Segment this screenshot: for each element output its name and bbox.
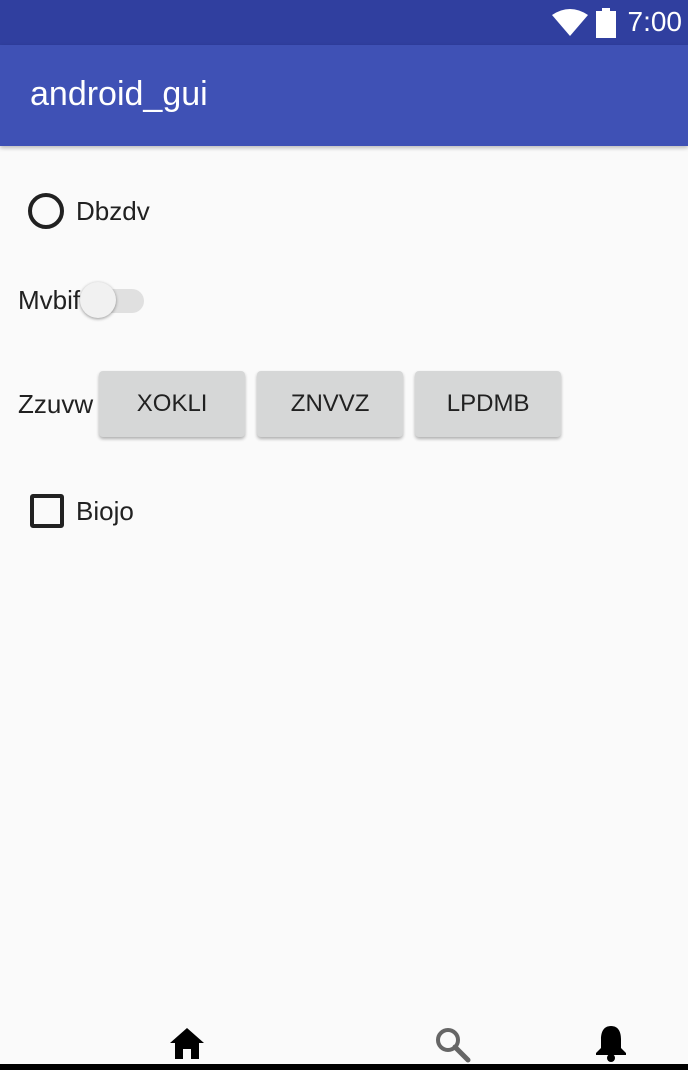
bottom-edge-bar — [0, 1064, 688, 1070]
home-icon[interactable] — [168, 1026, 206, 1065]
app-bar: android_gui — [0, 45, 688, 146]
button-group-label: Zzuvw — [18, 388, 94, 419]
bell-icon[interactable] — [594, 1024, 628, 1067]
bottom-navigation — [0, 1010, 688, 1070]
radio-circle-icon[interactable] — [28, 193, 64, 229]
wifi-icon — [552, 9, 588, 42]
switch-thumb — [80, 282, 117, 318]
button-lpdmb[interactable]: LPDMB — [415, 371, 562, 437]
checkbox-biojo[interactable]: Biojo — [30, 493, 134, 529]
status-bar: 7:00 — [0, 0, 688, 45]
button-znvvz[interactable]: ZNVVZ — [257, 371, 404, 437]
battery-icon — [596, 8, 616, 43]
radio-label: Dbzdv — [76, 195, 150, 226]
app-title: android_gui — [30, 75, 208, 113]
checkbox-square-icon[interactable] — [30, 494, 64, 528]
switch-toggle[interactable] — [80, 280, 150, 320]
checkbox-label: Biojo — [76, 495, 134, 526]
switch-row: Mvbif — [18, 280, 150, 320]
status-time: 7:00 — [627, 6, 683, 37]
switch-label: Mvbif — [18, 284, 81, 315]
button-xokli[interactable]: XOKLI — [99, 371, 246, 437]
radio-button-dbzdv[interactable]: Dbzdv — [28, 192, 150, 230]
button-group-row: Zzuvw XOKLI ZNVVZ LPDMB — [18, 370, 562, 438]
search-icon[interactable] — [434, 1026, 472, 1069]
